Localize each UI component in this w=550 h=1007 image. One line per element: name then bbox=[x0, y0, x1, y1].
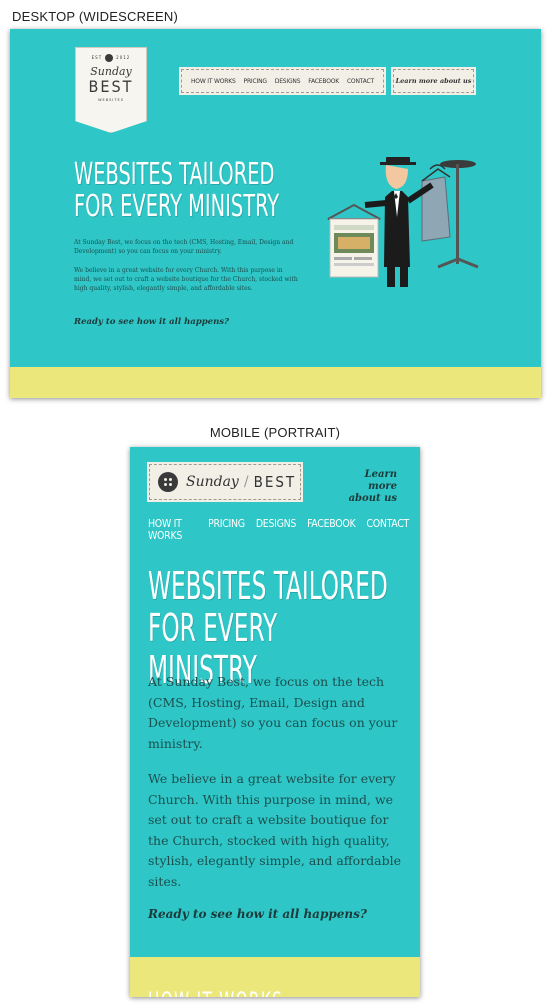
nav-how-it-works[interactable]: HOW IT WORKS bbox=[191, 78, 236, 85]
mobile-section-title: HOW IT WORKS bbox=[148, 987, 372, 997]
desktop-nav: HOW IT WORKS PRICING DESIGNS FACEBOOK CO… bbox=[179, 67, 386, 95]
hero-title-line1: WEBSITES TAILORED bbox=[74, 157, 275, 192]
tailor-illustration bbox=[327, 157, 479, 287]
mobile-nav-contact[interactable]: CONTACT bbox=[366, 518, 409, 542]
learn-line1: Learn more bbox=[364, 469, 397, 492]
hero-paragraph-1: At Sunday Best, we focus on the tech (CM… bbox=[74, 239, 294, 255]
nav-contact[interactable]: CONTACT bbox=[347, 78, 374, 85]
mobile-hero-cta-link[interactable]: Ready to see how it all happens? bbox=[148, 907, 367, 921]
mobile-caption: MOBILE (PORTRAIT) bbox=[209, 425, 341, 440]
mobile-nav-how-it-works[interactable]: HOW IT WORKS bbox=[148, 518, 197, 542]
learn-more-button[interactable]: Learn more about us bbox=[391, 67, 476, 95]
logo-websites: WEBSITES bbox=[98, 98, 124, 102]
desktop-screenshot: EST 2012 Sunday BEST WEBSITES HOW IT WORK… bbox=[10, 29, 541, 398]
mobile-nav-facebook[interactable]: FACEBOOK bbox=[307, 518, 356, 542]
nav-pricing[interactable]: PRICING bbox=[244, 78, 267, 85]
button-icon bbox=[105, 54, 114, 62]
mobile-nav-designs[interactable]: DESIGNS bbox=[256, 518, 297, 542]
mobile-learn-more-link[interactable]: Learn more about us bbox=[335, 469, 397, 505]
mobile-logo-sunday: Sunday bbox=[186, 474, 239, 490]
button-icon bbox=[158, 472, 178, 492]
desktop-caption: DESKTOP (WIDESCREEN) bbox=[12, 9, 179, 24]
nav-facebook[interactable]: FACEBOOK bbox=[308, 78, 339, 85]
mobile-nav: HOW IT WORKS PRICING DESIGNS FACEBOOK CO… bbox=[148, 518, 420, 542]
learn-line2: about us bbox=[348, 493, 397, 504]
hanger-website-card-icon bbox=[327, 203, 381, 278]
mobile-hero-paragraph-2: We believe in a great website for every … bbox=[148, 771, 402, 889]
hero-title-line2: FOR EVERY MINISTRY bbox=[74, 189, 280, 224]
logo-est-line: EST 2012 bbox=[91, 54, 131, 62]
logo-est-text: EST bbox=[91, 55, 103, 60]
mobile-logo-best: BEST bbox=[253, 473, 297, 491]
logo-best: BEST bbox=[88, 77, 134, 96]
logo-badge[interactable]: EST 2012 Sunday BEST WEBSITES bbox=[75, 47, 147, 133]
hero-title: WEBSITES TAILORED FOR EVERY MINISTRY bbox=[74, 159, 304, 223]
mobile-nav-pricing[interactable]: PRICING bbox=[208, 518, 245, 542]
mobile-screenshot: Sunday / BEST Learn more about us HOW IT… bbox=[130, 447, 420, 997]
shirt-icon bbox=[421, 164, 451, 242]
hero-cta-link[interactable]: Ready to see how it all happens? bbox=[74, 317, 229, 327]
mobile-logo[interactable]: Sunday / BEST bbox=[147, 462, 303, 502]
mobile-hero-title-line1: WEBSITES TAILORED bbox=[148, 564, 388, 608]
nav-designs[interactable]: DESIGNS bbox=[275, 78, 301, 85]
logo-slash: / bbox=[243, 474, 249, 490]
desktop-footer-band bbox=[10, 367, 541, 398]
hero-paragraph-2: We believe in a great website for every … bbox=[74, 267, 298, 292]
mobile-hero-paragraph-1: At Sunday Best, we focus on the tech (CM… bbox=[148, 674, 398, 751]
